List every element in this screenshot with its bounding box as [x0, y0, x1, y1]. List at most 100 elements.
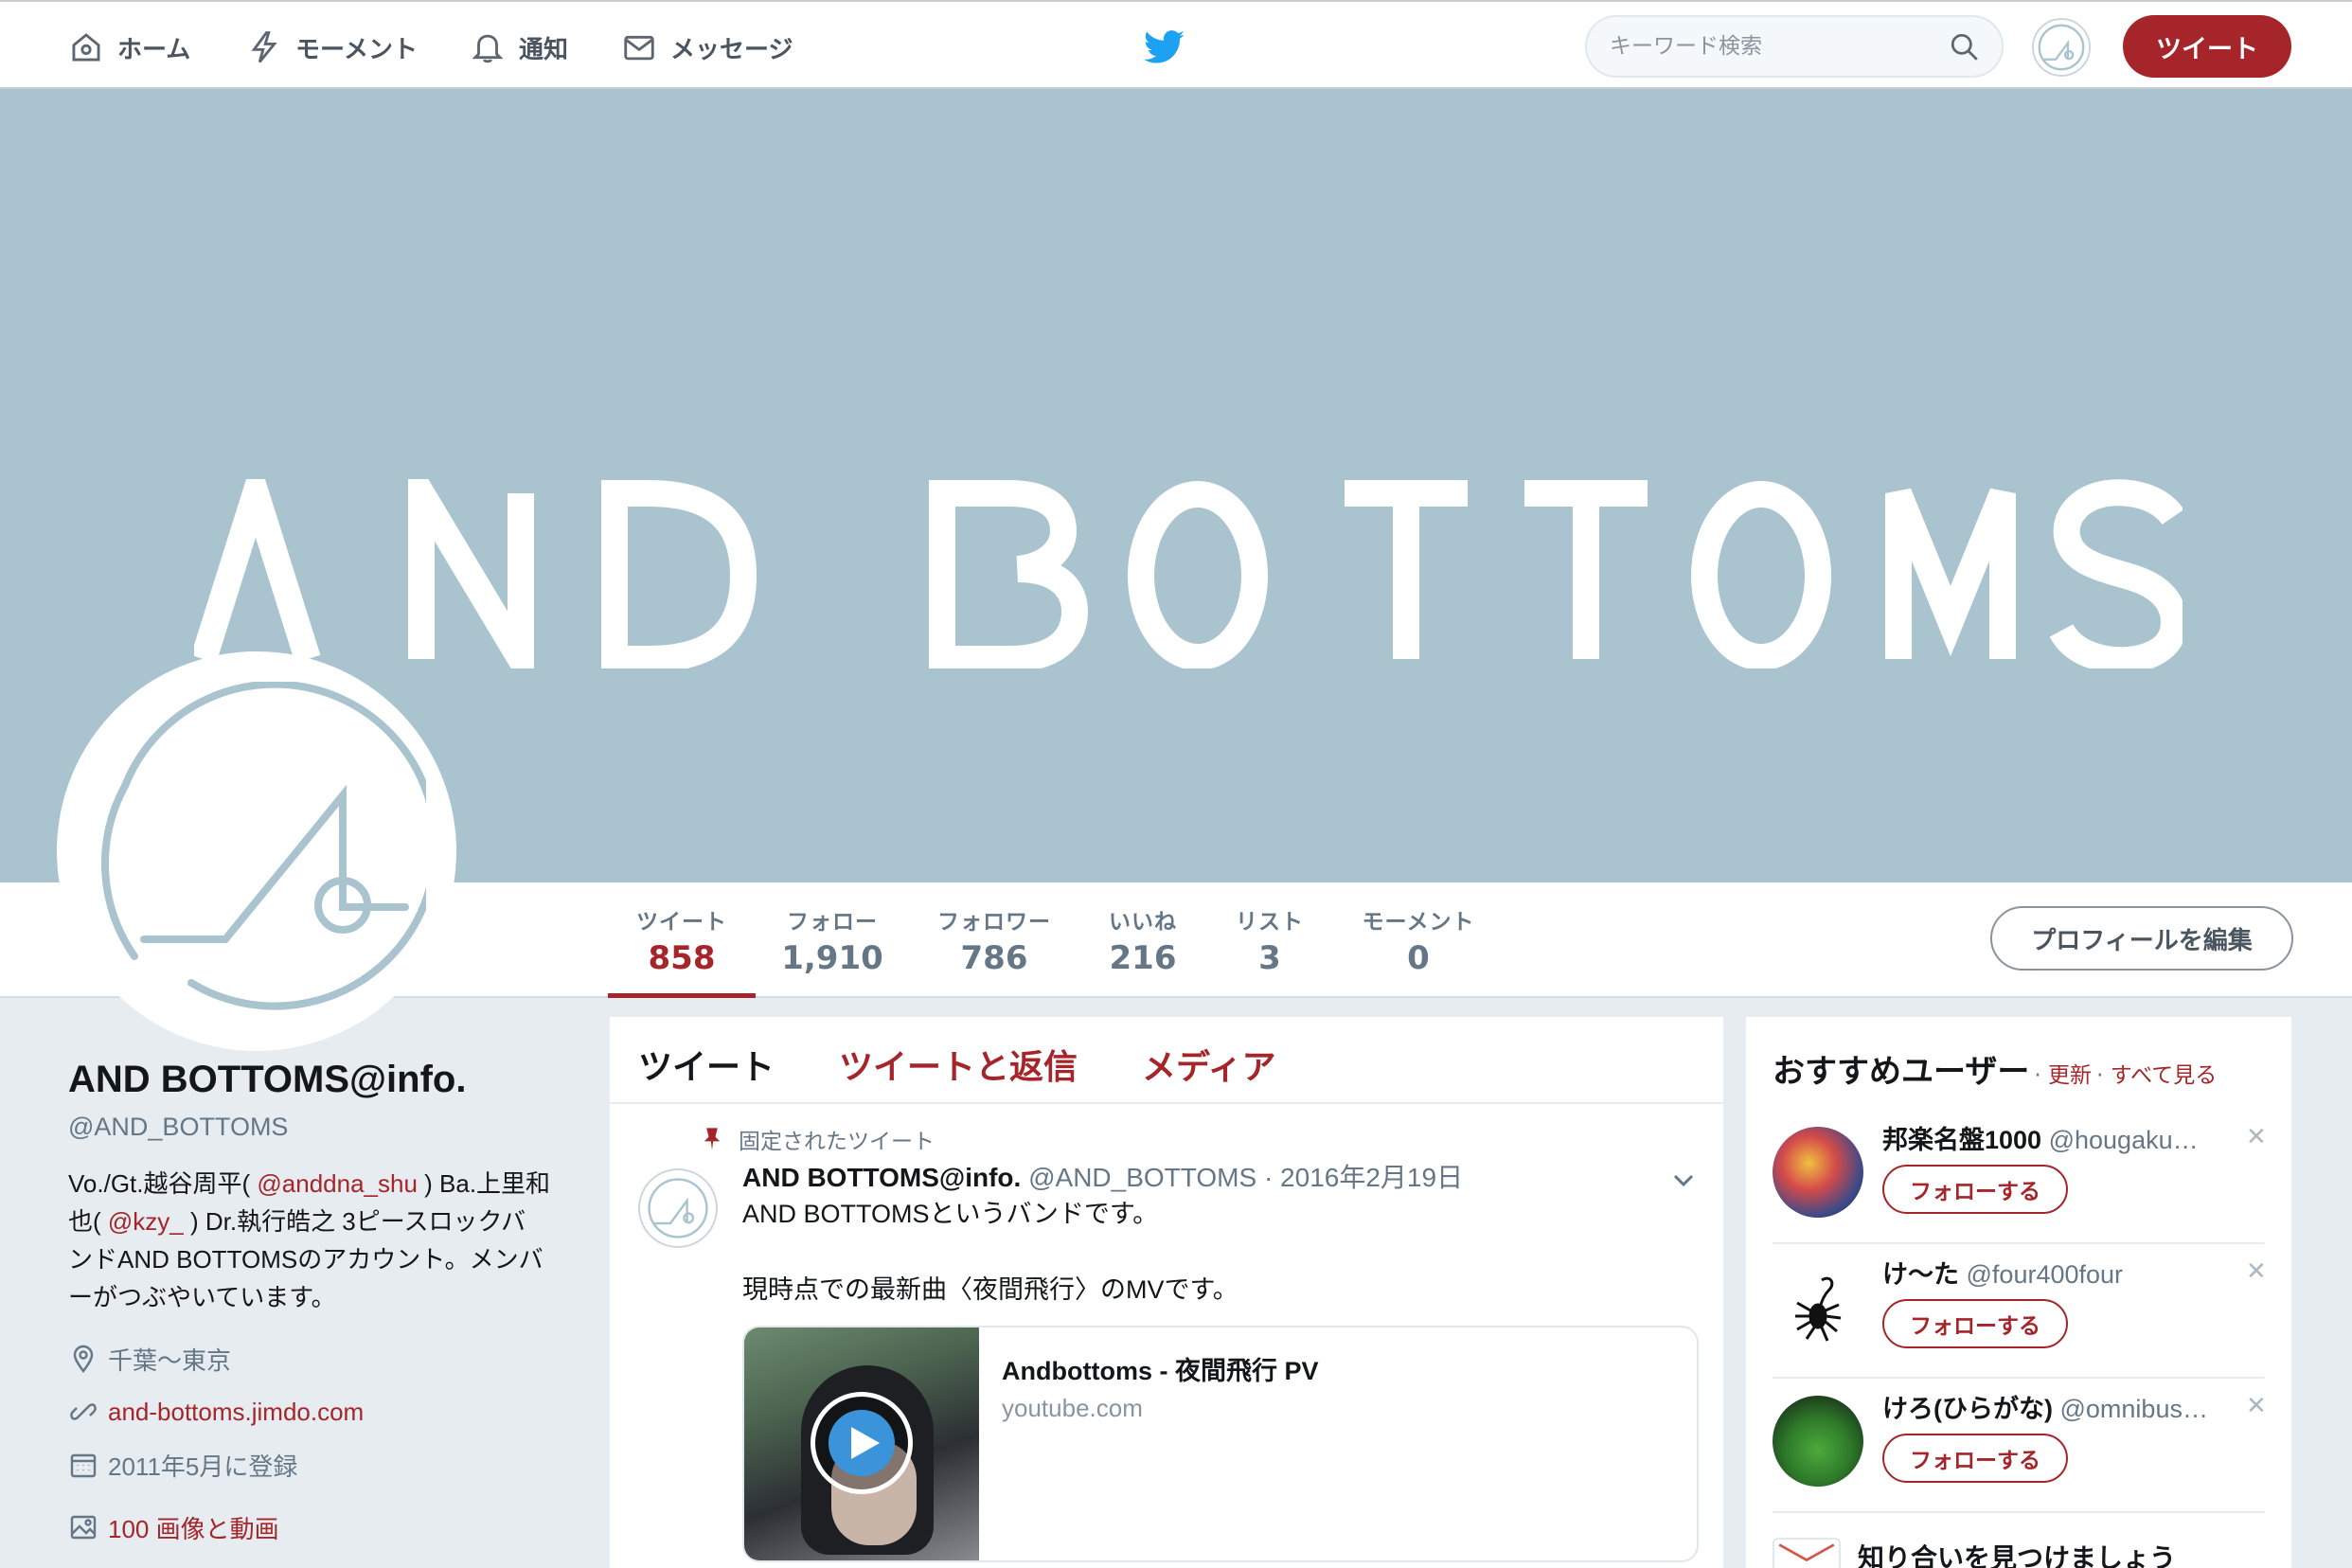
- play-button-core: [829, 1410, 895, 1476]
- user-name-line: 邦楽名盤1000 @hougaku…: [1882, 1119, 2233, 1156]
- find-friends-label: 知り合いを見つけましょう: [1858, 1542, 2177, 1568]
- stat-value: 216: [1109, 939, 1177, 977]
- user-handle[interactable]: @omnibus…: [2060, 1395, 2208, 1423]
- stat-label: リスト: [1236, 910, 1304, 935]
- stat-lists[interactable]: リスト 3: [1225, 903, 1314, 998]
- tweet-line: 現時点での最新曲〈夜間飛行〉のMVです。: [742, 1275, 1238, 1304]
- who-to-follow-panel: おすすめユーザー · 更新 · すべて見る 邦楽名盤1000 @hougaku……: [1746, 1017, 2291, 1568]
- search-input[interactable]: [1610, 28, 1932, 64]
- profile-handle[interactable]: @AND_BOTTOMS: [68, 1113, 561, 1142]
- follow-button[interactable]: フォローする: [1882, 1299, 2068, 1348]
- user-avatar[interactable]: [1773, 1127, 1863, 1218]
- suggested-user: 邦楽名盤1000 @hougaku… ✕ フォローする: [1773, 1110, 2267, 1244]
- pinned-label: 固定されたツイート: [739, 1130, 935, 1154]
- nav-notifications[interactable]: 通知: [470, 28, 568, 66]
- video-thumbnail[interactable]: [744, 1327, 979, 1560]
- stat-label: フォロー: [787, 910, 878, 935]
- user-name[interactable]: 邦楽名盤1000: [1882, 1126, 2041, 1154]
- tab-tweets-and-replies[interactable]: ツイートと返信: [839, 1040, 1078, 1089]
- profile-bio: Vo./Gt.越谷周平( @anddna_shu ) Ba.上里和也( @kzy…: [68, 1165, 551, 1316]
- tweet-avatar[interactable]: [638, 1168, 718, 1248]
- stat-followers[interactable]: フォロワー 786: [928, 903, 1060, 998]
- user-handle[interactable]: @hougaku…: [2049, 1126, 2199, 1154]
- card-url: youtube.com: [1002, 1394, 1143, 1422]
- nav-messages[interactable]: メッセージ: [621, 28, 793, 66]
- tab-tweets[interactable]: ツイート: [638, 1040, 775, 1089]
- separator: ·: [2034, 1063, 2049, 1088]
- find-friends-row[interactable]: 知り合いを見つけましょう: [1773, 1538, 2176, 1568]
- profile-avatar[interactable]: [57, 651, 456, 1051]
- stat-label: いいね: [1109, 910, 1177, 935]
- stat-moments[interactable]: モーメント 0: [1352, 903, 1485, 998]
- stat-tweets[interactable]: ツイート 858: [608, 903, 756, 998]
- timeline: ツイート ツイートと返信 メディア 固定されたツイート AND BOTTOMS@…: [610, 1017, 1723, 1568]
- tweet-date[interactable]: · 2016年2月19日: [1264, 1163, 1463, 1192]
- stat-value: 1,910: [781, 939, 883, 977]
- user-avatar[interactable]: [1773, 1261, 1863, 1352]
- user-name-line: けろ(ひらがな) @omnibus…: [1882, 1388, 2233, 1425]
- nav-home[interactable]: ホーム: [68, 28, 190, 66]
- stat-label: ツイート: [636, 910, 727, 935]
- tweet-line: AND BOTTOMSというバンドです。: [742, 1200, 1159, 1228]
- and-bottoms-logo-icon: [648, 1178, 708, 1238]
- stat-value: 786: [960, 939, 1028, 977]
- stat-likes[interactable]: いいね 216: [1098, 903, 1187, 998]
- play-icon: [851, 1427, 880, 1459]
- nav-notifications-label: 通知: [519, 35, 569, 64]
- joined-text: 2011年5月に登録: [108, 1452, 298, 1481]
- envelope-icon: [624, 35, 654, 61]
- edit-profile-button[interactable]: プロフィールを編集: [1990, 906, 2293, 971]
- search-icon[interactable]: [1949, 31, 1981, 63]
- calendar-icon: [70, 1453, 97, 1478]
- tab-media[interactable]: メディア: [1142, 1040, 1275, 1089]
- separator: ·: [2096, 1063, 2111, 1088]
- search-box[interactable]: [1585, 15, 2004, 78]
- follow-button[interactable]: フォローする: [1882, 1165, 2068, 1214]
- suggested-user: けろ(ひらがな) @omnibus… ✕ フォローする: [1773, 1379, 2267, 1513]
- nav-home-label: ホーム: [117, 35, 191, 64]
- stat-value: 858: [648, 939, 716, 977]
- dismiss-icon[interactable]: ✕: [2246, 1392, 2267, 1420]
- location-text: 千葉〜東京: [108, 1345, 232, 1375]
- view-all-link[interactable]: すべて見る: [2111, 1063, 2217, 1088]
- and-bottoms-logo-icon: [2038, 24, 2085, 71]
- dismiss-icon[interactable]: ✕: [2246, 1123, 2267, 1151]
- user-name[interactable]: けろ(ひらがな): [1882, 1395, 2053, 1423]
- profile-info: AND BOTTOMS@info. @AND_BOTTOMS Vo./Gt.越谷…: [68, 1059, 561, 1545]
- suggested-user: け〜た @four400four ✕ フォローする: [1773, 1244, 2267, 1379]
- profile-website: and-bottoms.jimdo.com: [68, 1394, 561, 1430]
- dismiss-icon[interactable]: ✕: [2246, 1257, 2267, 1286]
- nav-moments-label: モーメント: [295, 35, 418, 64]
- pin-icon: [704, 1128, 721, 1150]
- user-name-line: け〜た @four400four: [1882, 1254, 2233, 1291]
- chevron-down-icon[interactable]: [1670, 1167, 1697, 1193]
- banner-wordmark: [194, 479, 2183, 668]
- nav-moments[interactable]: モーメント: [246, 28, 418, 66]
- user-avatar[interactable]: [1773, 1396, 1863, 1487]
- stat-label: モーメント: [1362, 910, 1475, 935]
- tweet-author-handle[interactable]: @AND_BOTTOMS: [1028, 1163, 1256, 1192]
- user-handle[interactable]: @four400four: [1967, 1260, 2124, 1289]
- bell-icon: [472, 34, 504, 63]
- profile-name[interactable]: AND BOTTOMS@info.: [68, 1059, 561, 1101]
- twitter-bird-icon[interactable]: [1144, 30, 1185, 64]
- refresh-link[interactable]: 更新: [2048, 1063, 2092, 1088]
- profile-media[interactable]: 100 画像と動画: [68, 1509, 561, 1545]
- tweet-button[interactable]: ツイート: [2123, 15, 2291, 78]
- user-name[interactable]: け〜た: [1882, 1260, 1959, 1289]
- lightning-icon: [251, 31, 277, 63]
- link-card[interactable]: Andbottoms - 夜間飛行 PV youtube.com: [742, 1326, 1699, 1562]
- bio-mention-link[interactable]: @kzy_: [108, 1207, 184, 1236]
- who-to-follow-header: おすすめユーザー · 更新 · すべて見る: [1773, 1045, 2217, 1092]
- tweet-author-name[interactable]: AND BOTTOMS@info.: [742, 1163, 1021, 1192]
- play-button[interactable]: [811, 1392, 913, 1494]
- website-link[interactable]: and-bottoms.jimdo.com: [108, 1398, 364, 1427]
- account-avatar[interactable]: [2032, 18, 2091, 77]
- follow-button[interactable]: フォローする: [1882, 1434, 2068, 1483]
- bio-mention-link[interactable]: @anddna_shu: [257, 1169, 418, 1198]
- stat-label: フォロワー: [937, 910, 1051, 935]
- media-link[interactable]: 100 画像と動画: [108, 1510, 279, 1545]
- stat-following[interactable]: フォロー 1,910: [771, 903, 894, 998]
- tweet-header: AND BOTTOMS@info. @AND_BOTTOMS · 2016年2月…: [742, 1157, 1463, 1195]
- card-title[interactable]: Andbottoms - 夜間飛行 PV: [1002, 1350, 1318, 1387]
